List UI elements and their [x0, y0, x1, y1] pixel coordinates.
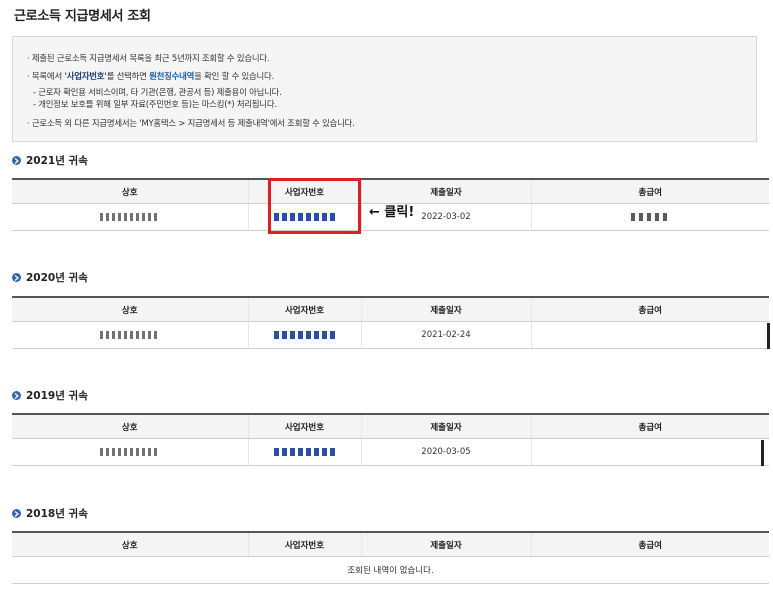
- info-sub-1: - 근로자 확인용 서비스이며, 타 기관(은행, 관공서 등) 제출용이 아닙…: [33, 87, 282, 97]
- info-line-1: · 제출된 근로소득 지급명세서 목록을 최근 5년까지 조회할 수 있습니다.: [27, 53, 270, 63]
- info-line-2-pre: · 목록에서: [27, 71, 65, 81]
- masked-company-name: [99, 330, 160, 339]
- company-name-cell: [12, 203, 248, 231]
- masked-company-name: [99, 447, 160, 456]
- total-salary-cell: [530, 321, 769, 349]
- info-highlight-business-number: '사업자번호': [64, 71, 107, 81]
- page-title: 근로소득 지급명세서 조회: [14, 9, 151, 24]
- year-table-2018: 상호 사업자번호 제출일자 총급여 조회된 내역이 없습니다.: [12, 531, 769, 584]
- col-header-submit-date[interactable]: 제출일자: [360, 296, 531, 322]
- info-sub-2: - 개인정보 보호를 위해 일부 자료(주민번호 등)는 마스킹(*) 처리됩니…: [33, 99, 277, 109]
- chevron-right-icon: [12, 273, 21, 282]
- empty-message: 조회된 내역이 없습니다.: [12, 556, 769, 584]
- total-salary-cell: [530, 438, 769, 466]
- highlight-box: [268, 178, 361, 234]
- col-header-total-salary[interactable]: 총급여: [530, 178, 769, 204]
- year-heading-label: 2018년 귀속: [26, 508, 88, 520]
- click-annotation: ← 클릭!: [369, 205, 415, 220]
- year-heading-2019: 2019년 귀속: [12, 388, 88, 403]
- year-heading-2020: 2020년 귀속: [12, 270, 88, 285]
- company-name-cell: [12, 438, 248, 466]
- info-line-2-mid: 를 선택하면: [106, 71, 150, 81]
- business-number-cell: [247, 321, 361, 349]
- table-row: 조회된 내역이 없습니다.: [12, 556, 769, 584]
- masked-company-name: [99, 212, 160, 221]
- masked-business-number: [273, 447, 336, 456]
- scroll-marker: [767, 323, 770, 349]
- col-header-submit-date[interactable]: 제출일자: [360, 413, 531, 439]
- col-header-name[interactable]: 상호: [12, 413, 248, 439]
- submit-date-cell: 2021-02-24: [360, 321, 531, 349]
- year-table-2020: 상호 사업자번호 제출일자 총급여 2021-02-24: [12, 296, 769, 349]
- info-highlight-withholding: 원천징수내역: [149, 71, 195, 81]
- chevron-right-icon: [12, 156, 21, 165]
- col-header-business-number[interactable]: 사업자번호: [247, 531, 361, 557]
- submit-date-cell: 2020-03-05: [360, 438, 531, 466]
- col-header-business-number[interactable]: 사업자번호: [247, 296, 361, 322]
- business-number-link[interactable]: [270, 444, 340, 460]
- col-header-name[interactable]: 상호: [12, 178, 248, 204]
- col-header-total-salary[interactable]: 총급여: [530, 531, 769, 557]
- company-name-cell: [12, 321, 248, 349]
- table-row: 2020-03-05: [12, 438, 769, 466]
- year-heading-label: 2021년 귀속: [26, 155, 88, 167]
- info-line-2-post: 을 확인 할 수 있습니다.: [194, 71, 275, 81]
- col-header-submit-date[interactable]: 제출일자: [360, 178, 531, 204]
- total-salary-cell: [530, 203, 769, 231]
- year-heading-label: 2019년 귀속: [26, 390, 88, 402]
- chevron-right-icon: [12, 391, 21, 400]
- info-box: · 제출된 근로소득 지급명세서 목록을 최근 5년까지 조회할 수 있습니다.…: [12, 36, 757, 142]
- year-heading-2021: 2021년 귀속: [12, 153, 88, 168]
- year-heading-2018: 2018년 귀속: [12, 506, 88, 521]
- business-number-link[interactable]: [270, 327, 340, 343]
- col-header-total-salary[interactable]: 총급여: [530, 413, 769, 439]
- masked-total-salary: [631, 212, 670, 221]
- year-heading-label: 2020년 귀속: [26, 272, 88, 284]
- year-table-2019: 상호 사업자번호 제출일자 총급여 2020-03-05: [12, 413, 769, 466]
- col-header-name[interactable]: 상호: [12, 531, 248, 557]
- col-header-total-salary[interactable]: 총급여: [530, 296, 769, 322]
- table-row: 2021-02-24: [12, 321, 769, 349]
- col-header-business-number[interactable]: 사업자번호: [247, 413, 361, 439]
- scroll-marker: [761, 440, 764, 466]
- info-line-2: · 목록에서 '사업자번호'를 선택하면 원천징수내역을 확인 할 수 있습니다…: [27, 70, 274, 82]
- info-line-3: · 근로소득 외 다른 지급명세서는 'MY홈택스 > 지급명세서 등 제출내역…: [27, 118, 355, 128]
- business-number-cell: [247, 438, 361, 466]
- masked-business-number: [273, 330, 336, 339]
- chevron-right-icon: [12, 509, 21, 518]
- col-header-name[interactable]: 상호: [12, 296, 248, 322]
- col-header-submit-date[interactable]: 제출일자: [360, 531, 531, 557]
